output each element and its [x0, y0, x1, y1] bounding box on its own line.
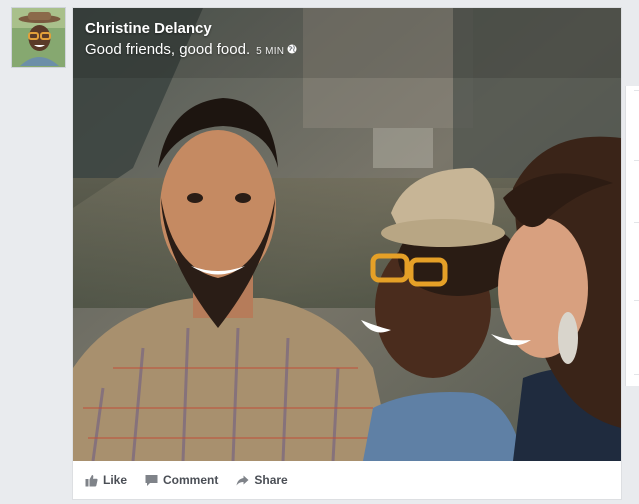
- thumbs-up-icon: [85, 474, 98, 486]
- like-button[interactable]: Like: [85, 473, 127, 487]
- author-name[interactable]: Christine Delancy: [85, 20, 297, 38]
- avatar[interactable]: [11, 7, 66, 68]
- side-panel-edge: [625, 86, 639, 386]
- post-caption: Good friends, good food.: [85, 41, 251, 58]
- post-actions-bar: Like Comment Share: [73, 461, 621, 499]
- comment-label: Comment: [163, 473, 219, 487]
- post-card: Christine Delancy Good friends, good foo…: [72, 7, 622, 500]
- share-button[interactable]: Share: [236, 473, 288, 487]
- globe-icon[interactable]: [287, 44, 297, 54]
- share-icon: [236, 475, 249, 485]
- share-label: Share: [254, 473, 288, 487]
- photo-image: [73, 8, 621, 461]
- post-header: Christine Delancy Good friends, good foo…: [85, 20, 297, 59]
- caption-row: Good friends, good food. 5 MIN: [85, 41, 297, 59]
- post-photo[interactable]: Christine Delancy Good friends, good foo…: [73, 8, 621, 461]
- comment-button[interactable]: Comment: [145, 473, 218, 487]
- post-timestamp[interactable]: 5 MIN: [256, 46, 284, 57]
- comment-icon: [145, 474, 158, 486]
- avatar-image: [12, 8, 65, 67]
- like-label: Like: [103, 473, 128, 487]
